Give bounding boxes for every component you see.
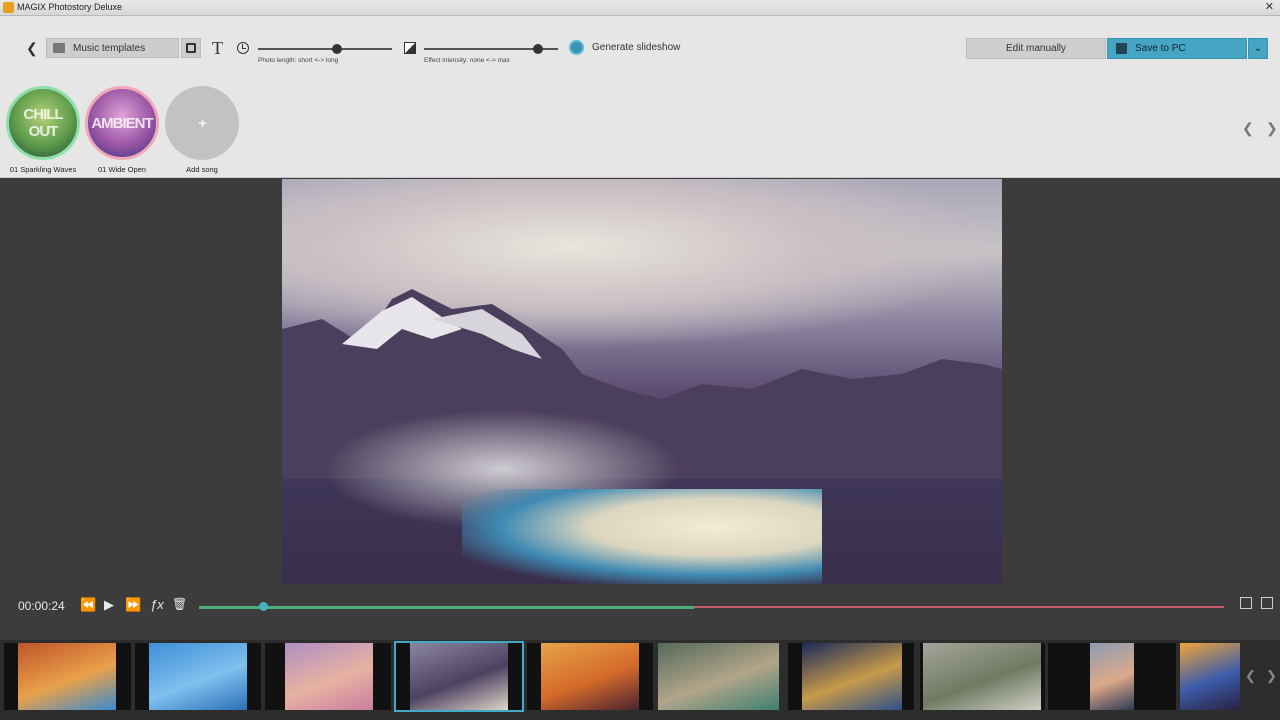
preview-lake [462, 489, 822, 584]
thumbnail-image [1090, 643, 1134, 710]
effect-intensity-knob[interactable] [533, 44, 544, 54]
thumbnail-butterfly-blossom[interactable] [265, 643, 391, 710]
thumbnail-image [149, 643, 247, 710]
timeline-progress[interactable] [199, 606, 694, 609]
close-icon[interactable]: ✕ [1265, 0, 1274, 13]
fx-icon[interactable]: ƒx [150, 597, 164, 612]
song-label: 01 Wide Open [98, 165, 146, 174]
preview-image [282, 179, 1002, 584]
fullscreen-icon[interactable] [1261, 597, 1273, 609]
save-dropdown-button[interactable]: ⌄ [1248, 38, 1268, 59]
filmstrip: ❮ ❯ [0, 640, 1280, 720]
add-song-label: Add song [186, 165, 218, 174]
thumbnail-image [658, 643, 779, 710]
thumbnail-misty-valley[interactable] [920, 643, 1045, 710]
timeline-knob[interactable] [259, 602, 268, 611]
playback-bar: 00:00:24 ⏪ ▶ ⏩ ƒx 🗑 [0, 584, 1280, 640]
song-item[interactable]: AMBIENT 01 Wide Open [84, 86, 160, 174]
music-templates-label: Music templates [73, 42, 146, 54]
aspect-ratio-button[interactable] [181, 38, 201, 58]
music-icon [53, 43, 65, 53]
forward-icon[interactable]: ⏩ [125, 597, 141, 613]
thumbnail-city-night[interactable] [788, 643, 914, 710]
back-icon[interactable]: ❮ [26, 40, 38, 57]
effect-intensity-caption: Effect intensity: none <-> max [424, 57, 510, 64]
song-disc[interactable]: CHILL OUT [6, 86, 80, 160]
thumbnail-lake-sunrise[interactable] [1048, 643, 1176, 710]
thumbnail-elephant-sunset[interactable] [1180, 643, 1240, 710]
photo-length-knob[interactable] [332, 44, 343, 54]
play-icon[interactable]: ▶ [104, 597, 114, 613]
photo-length-slider[interactable] [258, 44, 392, 54]
thumbnail-image [1180, 643, 1240, 710]
photo-length-caption: Photo length: short <-> long [258, 57, 339, 64]
song-label: 01 Sparkling Waves [9, 165, 77, 174]
thumbnail-image [541, 643, 639, 710]
title-bar: MAGIX Photostory Deluxe ✕ [0, 0, 1280, 16]
thumbnail-mountain-lake[interactable] [394, 641, 524, 712]
filmstrip-prev-icon[interactable]: ❮ [1245, 668, 1256, 684]
generate-icon [569, 40, 584, 55]
clock-icon [237, 42, 249, 54]
song-disc[interactable]: AMBIENT [85, 86, 159, 160]
thumbnail-image [802, 643, 902, 710]
save-to-pc-button[interactable]: Save to PC [1107, 38, 1247, 59]
effect-intensity-slider[interactable] [424, 44, 558, 54]
filmstrip-next-icon[interactable]: ❯ [1266, 668, 1277, 684]
thumbnail-image [285, 643, 373, 710]
transition-icon[interactable] [1240, 597, 1252, 609]
save-label: Save to PC [1135, 43, 1186, 54]
window-title: MAGIX Photostory Deluxe [17, 2, 123, 12]
music-templates-button[interactable]: Music templates [46, 38, 179, 58]
song-item[interactable]: CHILL OUT 01 Sparkling Waves [5, 86, 81, 174]
thumbnail-desert-arch[interactable] [4, 643, 131, 710]
thumbnail-dandelion[interactable] [135, 643, 261, 710]
toolbar: ❮ Music templates T Photo length: short … [0, 16, 1280, 178]
songs-next-icon[interactable]: ❯ [1266, 120, 1278, 137]
rewind-icon[interactable]: ⏪ [80, 597, 96, 613]
delete-icon[interactable]: 🗑 [172, 597, 187, 611]
contrast-icon [404, 42, 416, 54]
generate-label: Generate slideshow [592, 42, 681, 53]
thumbnail-sunset-tree[interactable] [527, 643, 653, 710]
save-icon [1116, 43, 1127, 54]
edit-manually-button[interactable]: Edit manually [966, 38, 1106, 59]
add-song-item[interactable]: + Add song [164, 86, 240, 174]
app-icon [3, 2, 14, 13]
generate-slideshow-button[interactable]: Generate slideshow [569, 40, 680, 55]
thumbnail-image [410, 643, 508, 710]
playback-time: 00:00:24 [18, 599, 65, 613]
timeline-remaining[interactable] [694, 606, 1224, 608]
frame-icon [186, 43, 196, 53]
thumbnail-road-aerial[interactable] [658, 643, 779, 710]
text-tool-icon[interactable]: T [212, 38, 223, 59]
thumbnail-image [18, 643, 116, 710]
songs-prev-icon[interactable]: ❮ [1242, 120, 1254, 137]
thumbnail-image [923, 643, 1041, 710]
add-song-button[interactable]: + [165, 86, 239, 160]
